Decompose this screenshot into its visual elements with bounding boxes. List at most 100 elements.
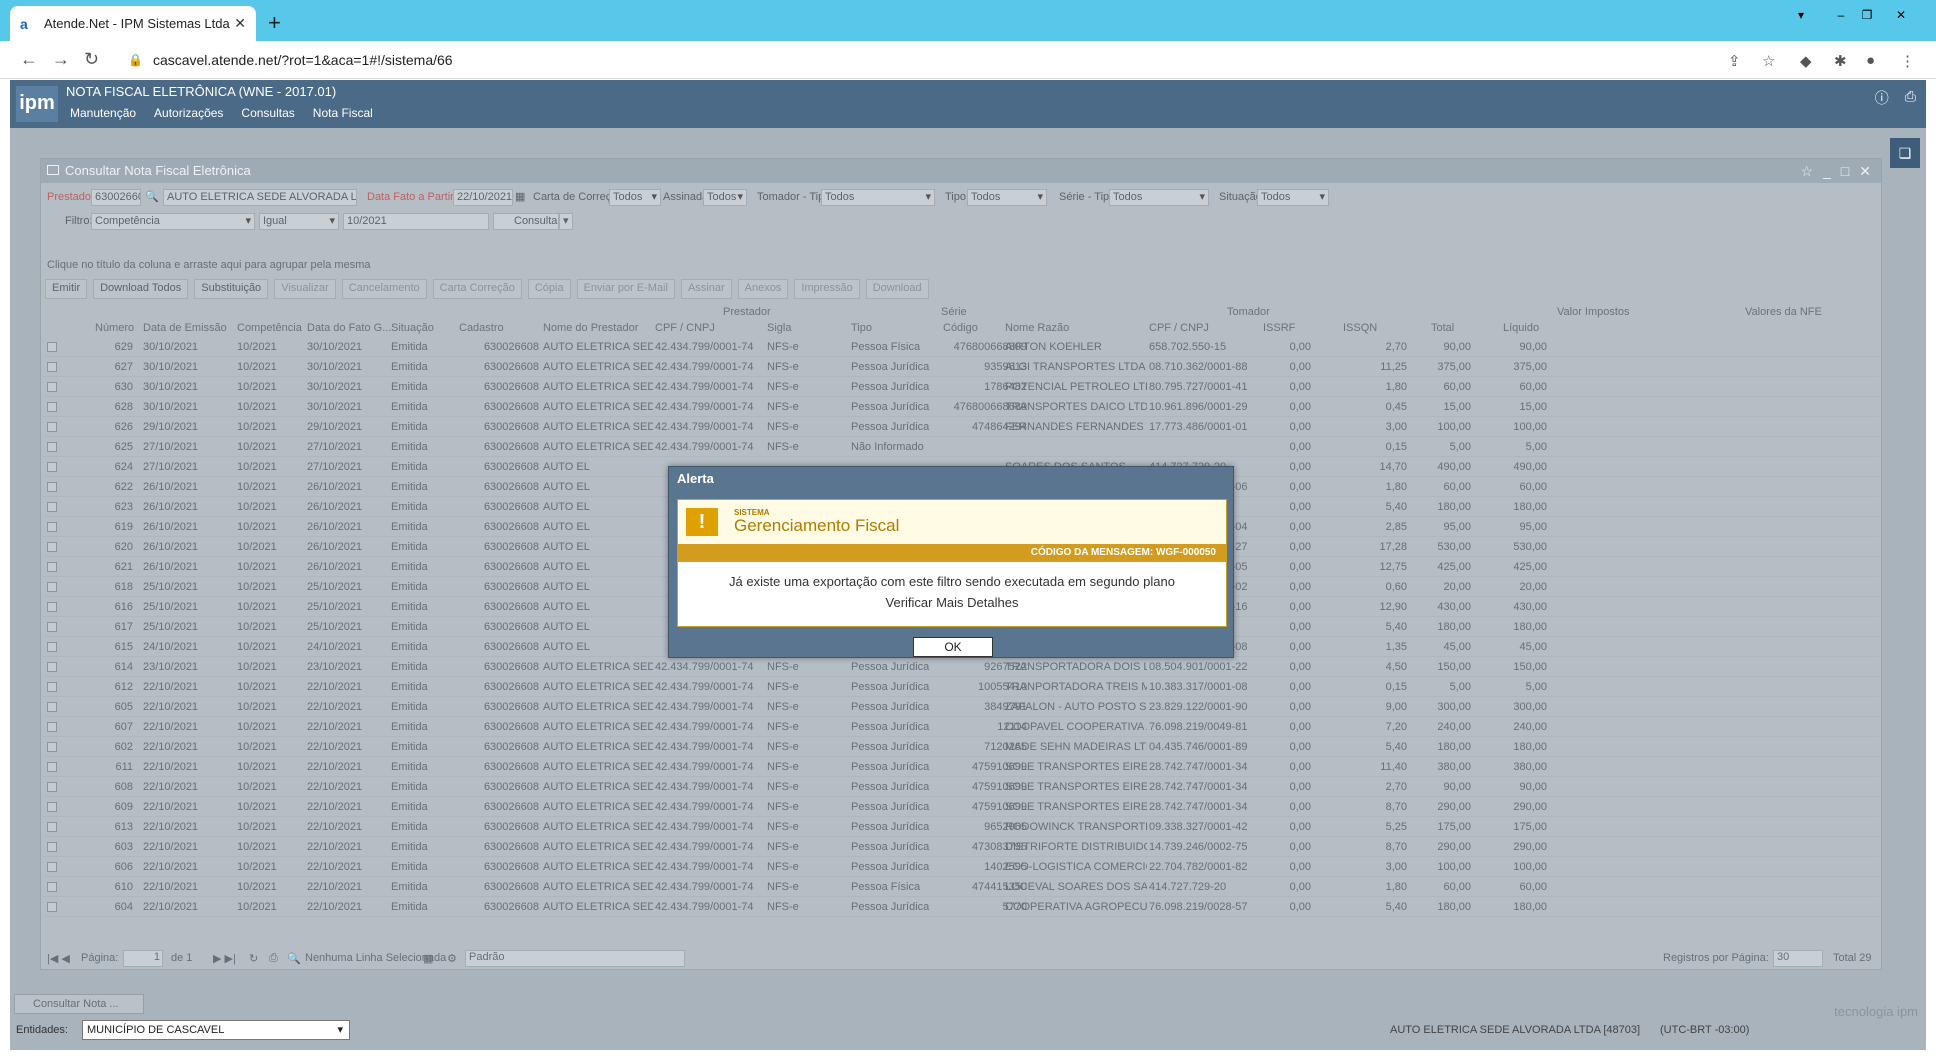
row-checkbox[interactable] (47, 842, 57, 852)
assinar-button[interactable]: Assinar (680, 279, 732, 299)
assinada-select[interactable]: Todos (703, 189, 747, 206)
taskbar-item-consultar[interactable]: Consultar Nota ... (14, 994, 144, 1014)
operador-select[interactable]: Igual (259, 213, 339, 230)
substituicao-button[interactable]: Substituição (194, 279, 269, 299)
bookmark-star-icon[interactable]: ☆ (1762, 52, 1775, 70)
url-bar[interactable]: 🔒 cascavel.atende.net/?rot=1&aca=1#!/sis… (118, 46, 1758, 74)
table-row[interactable]: 629 30/10/2021 10/2021 30/10/2021 Emitida 630… (43, 337, 1879, 357)
row-checkbox[interactable] (47, 822, 57, 832)
column-header[interactable]: Situação (391, 322, 434, 334)
refresh-icon[interactable]: ↻ (249, 952, 258, 965)
row-checkbox[interactable] (47, 382, 57, 392)
row-checkbox[interactable] (47, 462, 57, 472)
column-header[interactable]: Sigla (767, 322, 791, 334)
print-grid-icon[interactable]: ⎙ (269, 952, 278, 965)
windows-panel-button[interactable]: ❏ (1890, 138, 1920, 168)
row-checkbox[interactable] (47, 362, 57, 372)
settings-gear-icon[interactable]: ⚙ (447, 952, 457, 965)
menu-nota-fiscal[interactable]: Nota Fiscal (313, 106, 373, 120)
download-todos-button[interactable]: Download Todos (93, 279, 189, 299)
column-header[interactable]: ISSRF (1263, 322, 1295, 334)
column-header[interactable]: CPF / CNPJ (1149, 322, 1209, 334)
table-row[interactable]: 602 22/10/2021 10/2021 22/10/2021 Emitida 630… (43, 737, 1879, 757)
serie-tipo-select[interactable]: Todos (1109, 189, 1209, 206)
close-window-icon[interactable]: ✕ (1859, 159, 1871, 183)
row-checkbox[interactable] (47, 482, 57, 492)
search-grid-icon[interactable]: 🔍 (287, 952, 301, 965)
row-checkbox[interactable] (47, 802, 57, 812)
row-checkbox[interactable] (47, 782, 57, 792)
row-checkbox[interactable] (47, 622, 57, 632)
ok-button[interactable]: OK (913, 637, 993, 657)
tipo-select[interactable]: Todos (967, 189, 1047, 206)
column-header[interactable]: Cadastro (459, 322, 504, 334)
column-header[interactable]: CPF / CNPJ (655, 322, 715, 334)
table-row[interactable]: 626 29/10/2021 10/2021 29/10/2021 Emitida 630… (43, 417, 1879, 437)
column-header[interactable]: Nome Razão (1005, 322, 1069, 334)
row-checkbox[interactable] (47, 702, 57, 712)
menu-autorizacoes[interactable]: Autorizações (154, 106, 223, 120)
calendar-icon[interactable]: ▦ (515, 190, 525, 203)
table-row[interactable]: 630 30/10/2021 10/2021 30/10/2021 Emitida 630… (43, 377, 1879, 397)
row-checkbox[interactable] (47, 422, 57, 432)
row-checkbox[interactable] (47, 722, 57, 732)
table-row[interactable]: 606 22/10/2021 10/2021 22/10/2021 Emitida 630… (43, 857, 1879, 877)
consultar-button[interactable]: Consultar (493, 213, 559, 230)
row-checkbox[interactable] (47, 862, 57, 872)
impressao-button[interactable]: Impressão (794, 279, 860, 299)
column-header[interactable]: Líquido (1503, 322, 1539, 334)
back-icon[interactable]: ← (20, 49, 38, 70)
menu-manutencao[interactable]: Manutenção (70, 106, 136, 120)
table-row[interactable]: 604 22/10/2021 10/2021 22/10/2021 Emitida 630… (43, 897, 1879, 917)
emitir-button[interactable]: Emitir (45, 279, 88, 299)
table-row[interactable]: 625 27/10/2021 10/2021 27/10/2021 Emitida 630… (43, 437, 1879, 457)
maximize-window-icon[interactable]: □ (1841, 159, 1849, 183)
cancelamento-button[interactable]: Cancelamento (341, 279, 427, 299)
column-header[interactable]: Data de Emissão (143, 322, 227, 334)
column-header[interactable]: Código (943, 322, 978, 334)
row-checkbox[interactable] (47, 582, 57, 592)
column-header[interactable]: Data do Fato G... (307, 322, 391, 334)
column-header[interactable]: ISSQN (1343, 322, 1377, 334)
copia-button[interactable]: Cópia (527, 279, 571, 299)
print-icon[interactable]: ⎙ (1905, 88, 1916, 108)
column-header[interactable]: Nome do Prestador (543, 322, 638, 334)
table-row[interactable]: 628 30/10/2021 10/2021 30/10/2021 Emitida 630… (43, 397, 1879, 417)
table-row[interactable]: 608 22/10/2021 10/2021 22/10/2021 Emitida 630… (43, 777, 1879, 797)
filtro-select[interactable]: Competência (91, 213, 255, 230)
carta-correcao-button[interactable]: Carta Correção (432, 279, 522, 299)
row-checkbox[interactable] (47, 682, 57, 692)
table-row[interactable]: 614 23/10/2021 10/2021 23/10/2021 Emitida 630… (43, 657, 1879, 677)
anexos-button[interactable]: Anexos (737, 279, 789, 299)
row-checkbox[interactable] (47, 742, 57, 752)
table-row[interactable]: 611 22/10/2021 10/2021 22/10/2021 Emitida 630… (43, 757, 1879, 777)
row-checkbox[interactable] (47, 882, 57, 892)
layout-select[interactable]: Padrão (465, 950, 685, 967)
extension-icon[interactable]: ◆ (1800, 52, 1812, 70)
row-checkbox[interactable] (47, 522, 57, 532)
row-checkbox[interactable] (47, 562, 57, 572)
puzzle-icon[interactable]: ✱ (1834, 52, 1847, 70)
enviar-email-button[interactable]: Enviar por E-Mail (576, 279, 675, 299)
row-checkbox[interactable] (47, 662, 57, 672)
minimize-button[interactable]: – (1830, 6, 1852, 24)
column-header[interactable]: Tipo (851, 322, 872, 334)
table-row[interactable]: 607 22/10/2021 10/2021 22/10/2021 Emitida 630… (43, 717, 1879, 737)
browser-tab[interactable]: a Atende.Net - IPM Sistemas Ltda ✕ (10, 6, 256, 41)
row-checkbox[interactable] (47, 902, 57, 912)
share-icon[interactable]: ⇪ (1728, 52, 1741, 70)
row-checkbox[interactable] (47, 402, 57, 412)
forward-icon[interactable]: → (52, 49, 70, 70)
browser-menu-icon[interactable]: ⋮ (1900, 52, 1915, 70)
carta-select[interactable]: Todos (609, 189, 661, 206)
download-button[interactable]: Download (865, 279, 929, 299)
tomador-tipo-select[interactable]: Todos (821, 189, 935, 206)
table-row[interactable]: 610 22/10/2021 10/2021 22/10/2021 Emitida 630… (43, 877, 1879, 897)
table-row[interactable]: 609 22/10/2021 10/2021 22/10/2021 Emitida 630… (43, 797, 1879, 817)
restore-button[interactable]: ❐ (1856, 6, 1878, 24)
minimize-window-icon[interactable]: _ (1823, 159, 1831, 183)
row-checkbox[interactable] (47, 762, 57, 772)
table-row[interactable]: 605 22/10/2021 10/2021 22/10/2021 Emitida 630… (43, 697, 1879, 717)
reload-icon[interactable]: ↻ (84, 49, 99, 70)
page-input[interactable]: 1 (123, 950, 163, 967)
